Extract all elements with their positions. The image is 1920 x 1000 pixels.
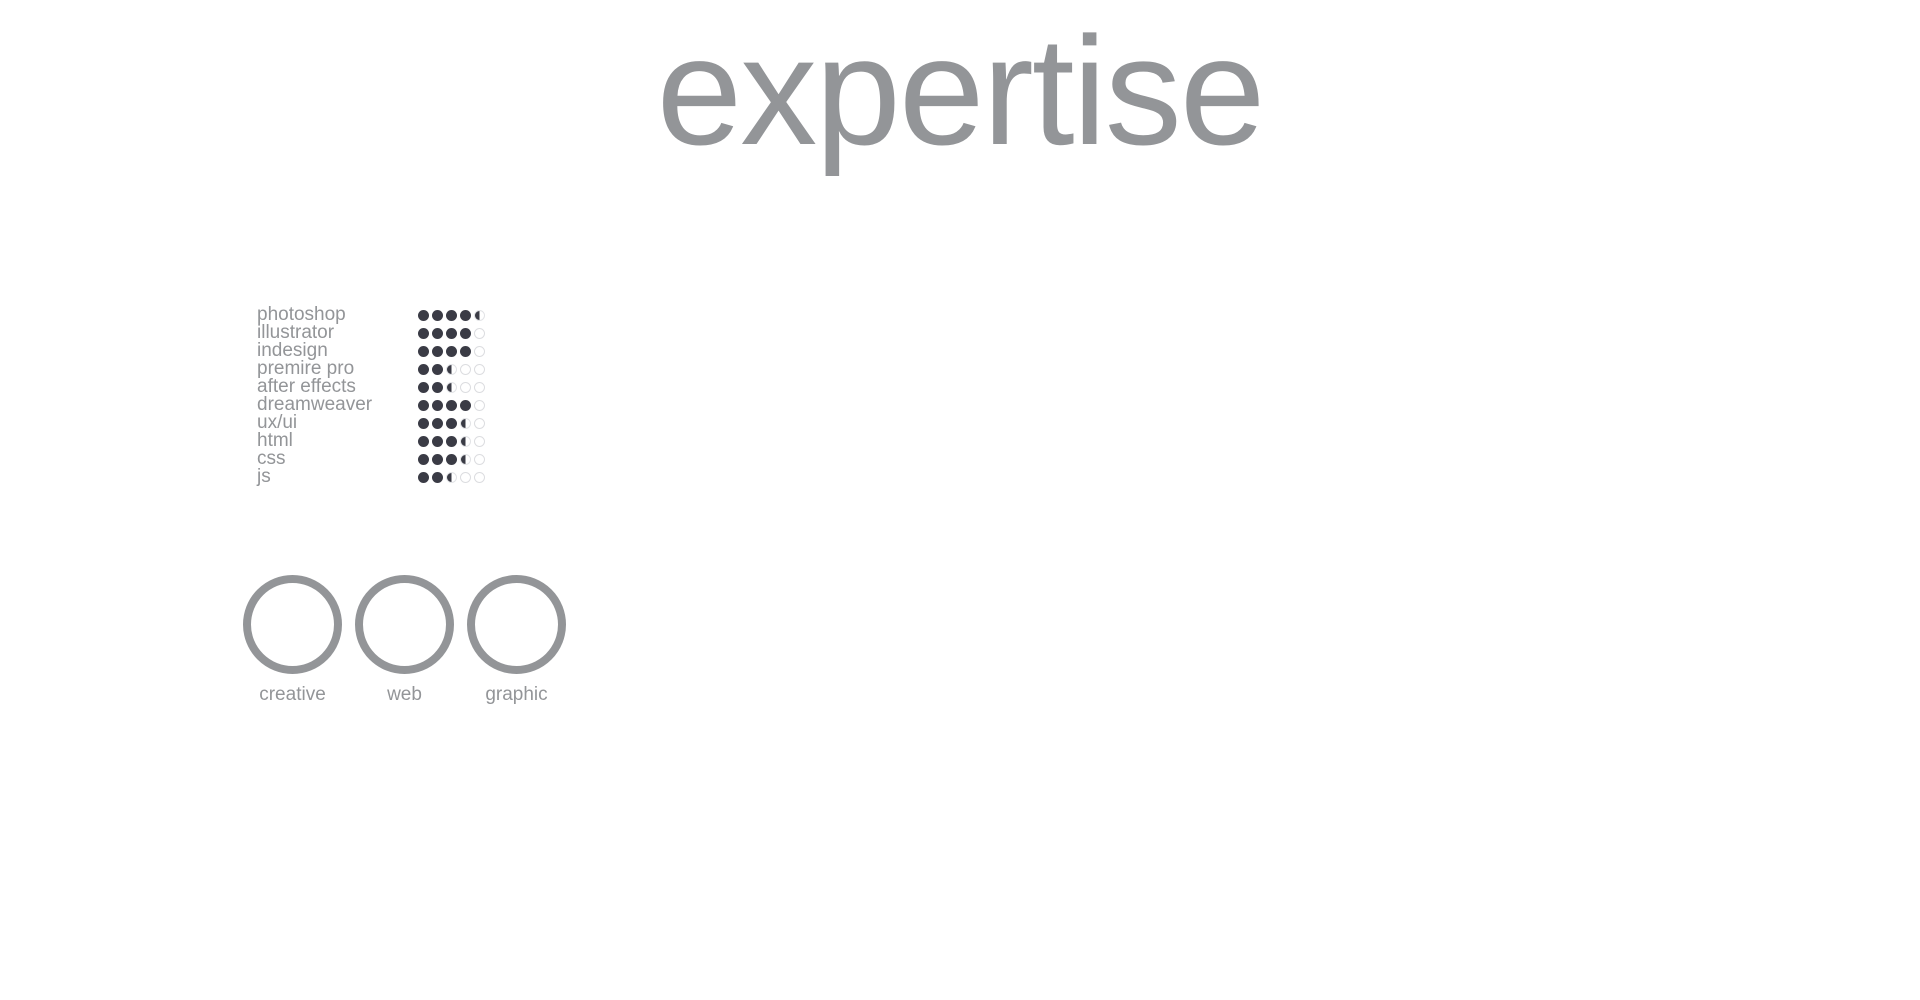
rating-dot xyxy=(460,327,471,339)
rating-dot xyxy=(446,471,457,483)
rating-dot xyxy=(432,345,443,357)
rating-dot xyxy=(432,381,443,393)
rating-dot xyxy=(432,399,443,411)
skill-name: css xyxy=(257,448,286,469)
category-list: creative web graphic xyxy=(243,575,566,706)
rating-dot xyxy=(432,327,443,339)
rating-dot xyxy=(418,345,429,357)
rating-dot xyxy=(474,471,485,483)
ring-icon xyxy=(355,575,454,674)
page-title: expertise xyxy=(656,5,1266,177)
rating-dot xyxy=(418,327,429,339)
rating-dot xyxy=(446,309,457,321)
rating-dot xyxy=(418,453,429,465)
rating-dot xyxy=(446,417,457,429)
rating-dot xyxy=(460,435,471,447)
skill-rating xyxy=(418,363,485,375)
category-label: graphic xyxy=(485,684,548,705)
skill-rating xyxy=(418,345,485,357)
rating-dot xyxy=(474,453,485,465)
rating-dot xyxy=(460,453,471,465)
skill-rating xyxy=(418,471,485,483)
skill-row: css xyxy=(257,448,485,469)
rating-dot xyxy=(460,471,471,483)
rating-dot xyxy=(432,471,443,483)
rating-dot xyxy=(432,363,443,375)
rating-dot xyxy=(460,363,471,375)
rating-dot xyxy=(418,435,429,447)
category-graphic: graphic xyxy=(467,575,566,706)
rating-dot xyxy=(432,453,443,465)
rating-dot xyxy=(474,327,485,339)
rating-dot xyxy=(418,381,429,393)
rating-dot xyxy=(418,363,429,375)
skill-row: js xyxy=(257,466,485,487)
ring-icon xyxy=(467,575,566,674)
skill-rating xyxy=(418,417,485,429)
skill-rating xyxy=(418,381,485,393)
rating-dot xyxy=(460,399,471,411)
rating-dot xyxy=(474,363,485,375)
skill-rating xyxy=(418,453,485,465)
skill-rating xyxy=(418,327,485,339)
rating-dot xyxy=(446,453,457,465)
skill-rating xyxy=(418,399,485,411)
rating-dot xyxy=(460,309,471,321)
skill-name: js xyxy=(257,466,271,487)
rating-dot xyxy=(446,435,457,447)
skills-list: photoshop illustrator indesign premire p… xyxy=(257,305,485,487)
skill-rating xyxy=(418,309,485,321)
rating-dot xyxy=(460,417,471,429)
rating-dot xyxy=(432,417,443,429)
rating-dot xyxy=(418,399,429,411)
rating-dot xyxy=(418,471,429,483)
category-web: web xyxy=(355,575,454,706)
rating-dot xyxy=(474,435,485,447)
ring-icon xyxy=(243,575,342,674)
rating-dot xyxy=(474,381,485,393)
rating-dot xyxy=(474,399,485,411)
rating-dot xyxy=(474,309,485,321)
rating-dot xyxy=(432,309,443,321)
rating-dot xyxy=(446,399,457,411)
rating-dot xyxy=(446,345,457,357)
rating-dot xyxy=(432,435,443,447)
rating-dot xyxy=(460,381,471,393)
category-label: web xyxy=(387,684,422,705)
category-label: creative xyxy=(259,684,326,705)
rating-dot xyxy=(418,309,429,321)
rating-dot xyxy=(446,381,457,393)
rating-dot xyxy=(474,345,485,357)
rating-dot xyxy=(418,417,429,429)
rating-dot xyxy=(446,363,457,375)
rating-dot xyxy=(474,417,485,429)
skill-row: html xyxy=(257,431,485,450)
skill-rating xyxy=(418,435,485,447)
rating-dot xyxy=(446,327,457,339)
page: expertise photoshop illustrator indesign… xyxy=(0,0,1920,1000)
rating-dot xyxy=(460,345,471,357)
category-creative: creative xyxy=(243,575,342,706)
